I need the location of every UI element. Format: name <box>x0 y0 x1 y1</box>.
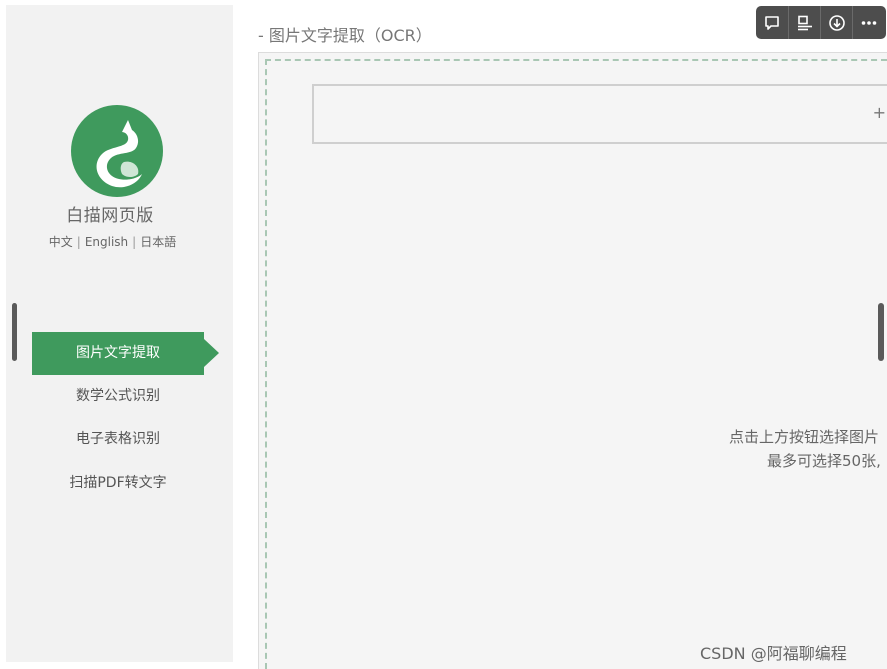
watermark: CSDN @阿福聊编程 <box>700 644 847 663</box>
nav-item-image-ocr[interactable]: 图片文字提取 <box>32 332 219 375</box>
floating-toolbar <box>756 6 886 39</box>
language-switcher: 中文 | English | 日本語 <box>0 233 225 250</box>
nav-item-pdf-to-text[interactable]: 扫描PDF转文字 <box>32 462 204 505</box>
left-scroll-handle[interactable] <box>12 303 17 361</box>
upload-hint-line1: 点击上方按钮选择图片 <box>729 428 880 446</box>
app-name: 白描网页版 <box>66 206 154 226</box>
nav-item-math-formula[interactable]: 数学公式识别 <box>32 375 204 418</box>
app-logo <box>71 105 163 197</box>
comment-button[interactable] <box>756 6 788 39</box>
download-icon <box>828 14 845 31</box>
plus-icon: + <box>872 103 886 122</box>
upload-hint-line2: 最多可选择50张, <box>767 452 881 470</box>
lang-chinese[interactable]: 中文 <box>49 235 73 249</box>
right-scroll-handle[interactable] <box>878 303 884 361</box>
more-button[interactable] <box>852 6 884 39</box>
nav-item-spreadsheet[interactable]: 电子表格识别 <box>32 418 204 461</box>
download-button[interactable] <box>820 6 852 39</box>
lang-separator: | <box>132 235 137 249</box>
lang-japanese[interactable]: 日本語 <box>140 235 176 249</box>
lang-separator: | <box>76 235 81 249</box>
drop-zone[interactable] <box>265 59 887 669</box>
page-title: - 图片文字提取（OCR） <box>258 26 432 45</box>
more-icon <box>861 20 876 25</box>
comment-icon <box>765 15 779 30</box>
text-layout-button[interactable] <box>788 6 820 39</box>
upload-button[interactable]: + <box>312 84 887 144</box>
text-layout-icon <box>797 15 812 30</box>
lang-english[interactable]: English <box>85 235 128 249</box>
